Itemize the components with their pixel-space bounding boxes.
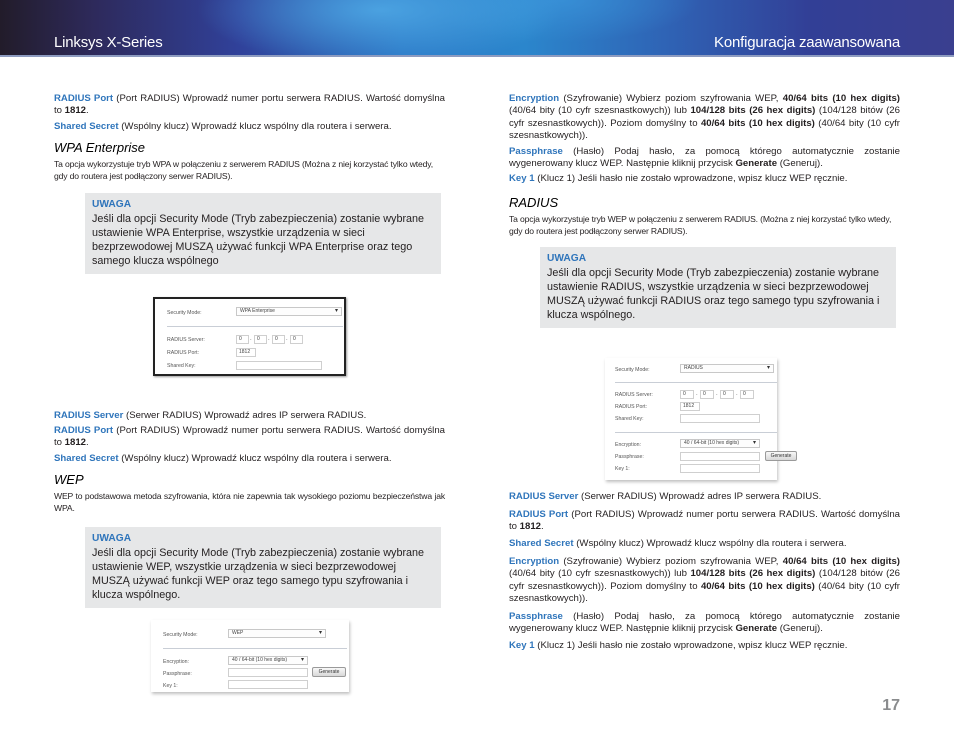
radius-server-label: RADIUS Server: (615, 392, 653, 398)
radius-port-desc: RADIUS Port (Port RADIUS) Wprowadź numer… (509, 508, 900, 533)
encryption-label: Encryption: (163, 659, 189, 665)
radius-port-desc: RADIUS Port (Port RADIUS) Wprowadź numer… (54, 425, 445, 449)
radius-port-input[interactable]: 1812 (236, 348, 256, 357)
note-box-wep: UWAGA Jeśli dla opcji Security Mode (Try… (85, 526, 441, 608)
passphrase-input[interactable] (228, 668, 308, 677)
radius-port-desc: RADIUS Port (Port RADIUS) Wprowadź numer… (54, 93, 445, 117)
security-mode-label: Security Mode: (615, 367, 650, 373)
security-mode-select[interactable]: WPA Enterprise (236, 307, 342, 316)
page-header-banner: Linksys X-Series Konfiguracja zaawansowa… (0, 0, 954, 57)
encryption-select[interactable]: 40 / 64-bit (10 hex digits) (228, 656, 308, 665)
security-mode-select[interactable]: WEP (228, 629, 326, 638)
term-shared-secret: Shared Secret (54, 120, 119, 132)
term-shared-secret: Shared Secret (509, 538, 574, 550)
shared-key-input[interactable] (236, 361, 322, 370)
router-settings-screenshot-wep: Security Mode: WEP Encryption: 40 / 64-b… (151, 620, 349, 692)
term-radius-port: RADIUS Port (54, 93, 114, 104)
note-text: Jeśli dla opcji Security Mode (Tryb zabe… (92, 212, 425, 267)
encryption-select[interactable]: 40 / 64-bit (10 hex digits) (680, 439, 760, 448)
passphrase-input[interactable] (680, 452, 760, 461)
default-port-value: 1812 (64, 437, 87, 449)
ip-octet-3[interactable]: 0 (720, 390, 734, 399)
shared-key-label: Shared Key: (167, 363, 196, 369)
divider (615, 382, 777, 383)
term-radius-server: RADIUS Server (509, 491, 579, 503)
note-title: UWAGA (92, 532, 132, 544)
brand-title: Linksys X-Series (54, 34, 163, 51)
ip-octet-4[interactable]: 0 (290, 335, 303, 344)
page-number: 17 (882, 697, 900, 714)
security-mode-label: Security Mode: (163, 632, 198, 638)
note-title: UWAGA (92, 198, 132, 210)
note-title: UWAGA (547, 253, 587, 265)
divider (163, 648, 347, 649)
note-text: Jeśli dla opcji Security Mode (Tryb zabe… (547, 267, 880, 322)
security-mode-label: Security Mode: (167, 310, 202, 316)
radius-server-label: RADIUS Server: (167, 337, 205, 343)
divider (167, 326, 343, 327)
router-settings-screenshot-wpa-enterprise: Security Mode: WPA Enterprise RADIUS Ser… (153, 297, 346, 376)
ip-octet-3[interactable]: 0 (272, 335, 285, 344)
section-title: Konfiguracja zaawansowana (714, 34, 900, 51)
radius-port-input[interactable]: 1812 (680, 402, 700, 411)
ip-octet-4[interactable]: 0 (740, 390, 754, 399)
heading-wpa-enterprise: WPA Enterprise (54, 140, 146, 156)
shared-secret-desc: Shared Secret (Wspólny klucz) Wprowadź k… (54, 452, 392, 464)
encryption-label: Encryption: (615, 442, 641, 448)
passphrase-desc: Passphrase (Hasło) Podaj hasło, za pomoc… (509, 145, 900, 170)
term-passphrase: Passphrase (509, 145, 563, 157)
divider (615, 432, 777, 433)
key1-input[interactable] (228, 680, 308, 689)
passphrase-label: Passphrase: (163, 671, 192, 677)
wep-desc: WEP to podstawowa metoda szyfrowania, kt… (54, 491, 445, 514)
term-key1: Key 1 (509, 640, 535, 652)
term-encryption: Encryption (509, 555, 560, 567)
shared-secret-desc: Shared Secret (Wspólny klucz) Wprowadź k… (509, 538, 847, 550)
ip-octet-2[interactable]: 0 (700, 390, 714, 399)
term-shared-secret: Shared Secret (54, 452, 119, 464)
ip-octet-1[interactable]: 0 (236, 335, 249, 344)
key1-desc: Key 1 (Klucz 1) Jeśli hasło nie zostało … (509, 640, 848, 652)
key1-input[interactable] (680, 464, 760, 473)
shared-key-input[interactable] (680, 414, 760, 423)
security-mode-select[interactable]: RADIUS (680, 364, 774, 373)
key1-label: Key 1: (615, 466, 630, 472)
term-radius-server: RADIUS Server (54, 409, 124, 421)
radius-port-label: RADIUS Port: (167, 350, 199, 356)
heading-radius: RADIUS (509, 194, 559, 210)
encryption-desc: Encryption (Szyfrowanie) Wybierz poziom … (509, 555, 901, 605)
heading-wep: WEP (54, 472, 84, 488)
note-text: Jeśli dla opcji Security Mode (Tryb zabe… (92, 546, 425, 601)
shared-secret-desc: Shared Secret (Wspólny klucz) Wprowadź k… (54, 120, 392, 132)
generate-button[interactable]: Generate (765, 451, 797, 461)
term-encryption: Encryption (509, 93, 560, 104)
ip-octet-1[interactable]: 0 (680, 390, 694, 399)
passphrase-desc: Passphrase (Hasło) Podaj hasło, za pomoc… (509, 610, 900, 634)
router-settings-screenshot-radius: Security Mode: RADIUS RADIUS Server: 0 .… (605, 358, 797, 480)
term-key1: Key 1 (509, 173, 535, 185)
radius-desc: Ta opcja wykorzystuje tryb WEP w połącze… (509, 213, 892, 237)
note-box-wpa-enterprise: UWAGA Jeśli dla opcji Security Mode (Try… (85, 192, 441, 274)
term-radius-port: RADIUS Port (54, 425, 114, 437)
radius-port-label: RADIUS Port: (615, 404, 647, 410)
generate-button[interactable]: Generate (312, 667, 346, 677)
shared-key-label: Shared Key: (615, 416, 644, 422)
passphrase-label: Passphrase: (615, 454, 644, 460)
default-port-value: 1812 (519, 521, 542, 533)
term-passphrase: Passphrase (509, 610, 563, 622)
radius-server-desc: RADIUS Server (Serwer RADIUS) Wprowadź a… (509, 491, 822, 503)
term-radius-port: RADIUS Port (509, 508, 569, 520)
ip-octet-2[interactable]: 0 (254, 335, 267, 344)
default-port-value: 1812 (64, 105, 87, 117)
encryption-desc: Encryption (Szyfrowanie) Wybierz poziom … (509, 93, 901, 142)
key1-desc: Key 1 (Klucz 1) Jeśli hasło nie zostało … (509, 173, 848, 185)
radius-server-desc: RADIUS Server (Serwer RADIUS) Wprowadź a… (54, 409, 367, 421)
key1-label: Key 1: (163, 683, 178, 689)
note-box-radius: UWAGA Jeśli dla opcji Security Mode (Try… (540, 247, 896, 329)
wpa-enterprise-desc: Ta opcja wykorzystuje tryb WPA w połącze… (54, 159, 433, 182)
